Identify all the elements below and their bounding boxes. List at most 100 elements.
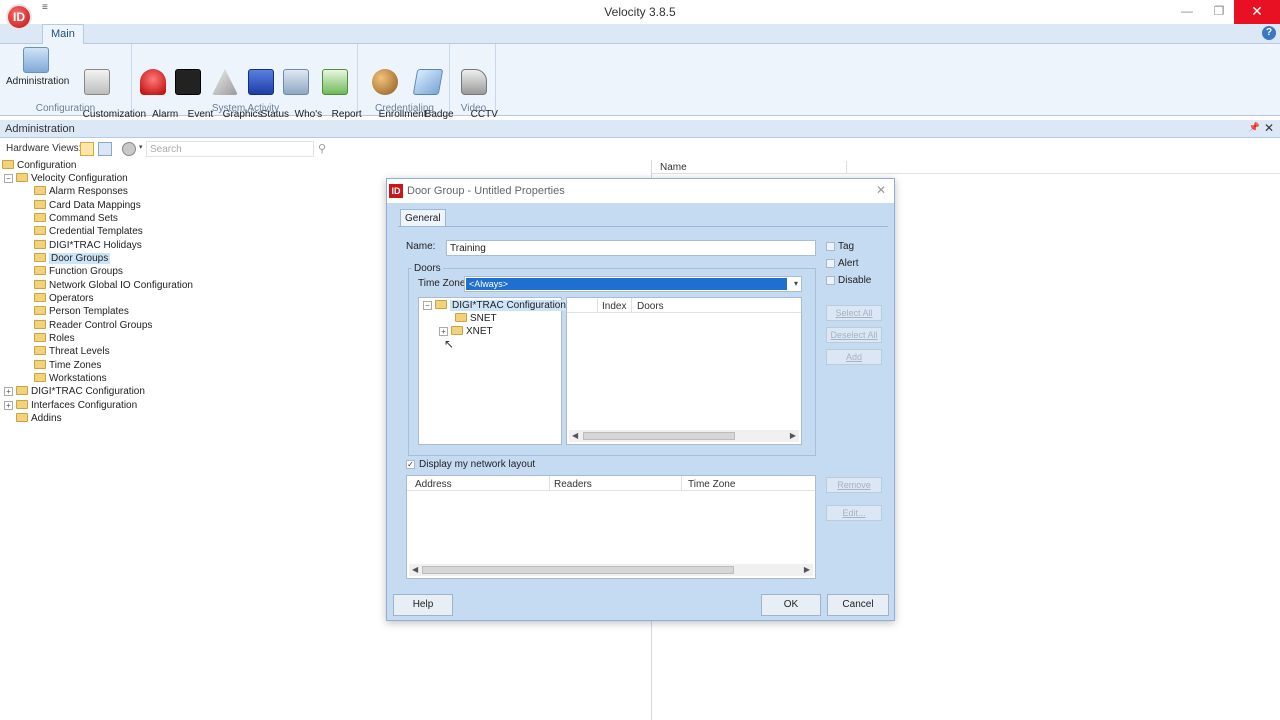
- search-input[interactable]: Search: [146, 141, 314, 157]
- help-icon[interactable]: ?: [1262, 26, 1276, 40]
- display-network-layout-checkbox[interactable]: ✓: [406, 460, 415, 469]
- alert-checkbox[interactable]: [826, 259, 835, 268]
- scroll-thumb[interactable]: [583, 432, 735, 440]
- dialog-close-icon[interactable]: ✕: [876, 183, 886, 197]
- tree-node-workstations[interactable]: Workstations: [34, 373, 107, 386]
- tree-node-addins[interactable]: Addins: [16, 413, 62, 426]
- tree-node-configuration[interactable]: Configuration: [2, 160, 76, 173]
- help-button[interactable]: Help: [393, 594, 453, 616]
- dialog-title-bar[interactable]: ID Door Group - Untitled Properties ✕: [387, 179, 894, 203]
- pin-icon[interactable]: 📌: [1249, 122, 1260, 133]
- graphics-button[interactable]: Graphics: [206, 47, 263, 131]
- scroll-thumb[interactable]: [422, 566, 734, 574]
- scroll-right-icon[interactable]: ▶: [804, 564, 810, 576]
- tree-node-roles[interactable]: Roles: [34, 333, 75, 346]
- customization-manager-icon: [84, 69, 110, 95]
- door-tree-node-snet[interactable]: SNET: [455, 313, 497, 326]
- time-zone-select[interactable]: <Always> ▾: [464, 276, 802, 292]
- tree-node-threat-levels[interactable]: Threat Levels: [34, 346, 110, 359]
- tab-general[interactable]: General: [400, 209, 446, 227]
- alarm-icon: [140, 69, 166, 95]
- doors-horizontal-scrollbar[interactable]: ◀ ▶: [569, 430, 799, 442]
- column-name[interactable]: Name: [660, 162, 687, 173]
- tree-node-velocity-configuration[interactable]: − Velocity Configuration: [4, 173, 128, 186]
- column-doors[interactable]: Doors: [637, 301, 664, 312]
- chevron-down-icon[interactable]: ▾: [794, 279, 798, 288]
- select-all-button[interactable]: Select All: [826, 305, 882, 321]
- ribbon-group-system-activity: Alarm Viewer Event Viewer Graphics Statu…: [134, 44, 362, 131]
- tree-node-credential-templates[interactable]: Credential Templates: [34, 226, 143, 239]
- column-separator[interactable]: [846, 161, 847, 173]
- tree-node-function-groups[interactable]: Function Groups: [34, 266, 123, 279]
- title-bar: ID ≡ Velocity 3.8.5 — ❐ ✕: [0, 0, 1280, 30]
- tree-node-command-sets[interactable]: Command Sets: [34, 213, 118, 226]
- folder-icon: [34, 306, 46, 315]
- event-viewer-icon: [175, 69, 201, 95]
- ok-button[interactable]: OK: [761, 594, 821, 616]
- address-list-pane: Address Readers Time Zone ◀ ▶: [406, 475, 816, 579]
- app-logo-icon[interactable]: ID: [6, 4, 32, 30]
- cancel-button[interactable]: Cancel: [827, 594, 889, 616]
- tag-checkbox[interactable]: [826, 242, 835, 251]
- folder-icon: [34, 186, 46, 195]
- folder-icon: [16, 413, 28, 422]
- tree-node-time-zones[interactable]: Time Zones: [34, 360, 101, 373]
- tag-label: Tag: [838, 241, 855, 252]
- folder-icon: [451, 326, 463, 335]
- tree-node-network-global-io[interactable]: Network Global IO Configuration: [34, 280, 193, 293]
- collapse-icon[interactable]: −: [423, 301, 432, 310]
- folder-icon: [34, 373, 46, 382]
- expand-icon[interactable]: +: [4, 401, 13, 410]
- whos-inside-icon: [283, 69, 309, 95]
- name-input[interactable]: Training: [446, 240, 816, 256]
- tree-node-digitrac-holidays[interactable]: DIGI*TRAC Holidays: [34, 240, 142, 253]
- administration-panel-header: Administration 📌 ✕: [0, 120, 1280, 138]
- column-time-zone[interactable]: Time Zone: [688, 479, 735, 490]
- column-separator[interactable]: [549, 476, 550, 490]
- add-button[interactable]: Add: [826, 349, 882, 365]
- scroll-right-icon[interactable]: ▶: [790, 430, 796, 442]
- tree-node-door-groups[interactable]: Door Groups: [34, 253, 111, 266]
- tree-node-digitrac-configuration[interactable]: + DIGI*TRAC Configuration: [4, 386, 145, 399]
- tree-node-alarm-responses[interactable]: Alarm Responses: [34, 186, 128, 199]
- tree-view-icon[interactable]: [80, 142, 94, 156]
- ribbon-group-label: Video: [460, 103, 487, 114]
- column-separator[interactable]: [681, 476, 682, 490]
- folder-icon: [34, 280, 46, 289]
- tree-node-person-templates[interactable]: Person Templates: [34, 306, 129, 319]
- address-horizontal-scrollbar[interactable]: ◀ ▶: [409, 564, 813, 576]
- disable-checkbox[interactable]: [826, 276, 835, 285]
- column-separator[interactable]: [631, 298, 632, 312]
- expand-icon[interactable]: +: [439, 327, 448, 336]
- column-address[interactable]: Address: [415, 479, 452, 490]
- chevron-down-icon[interactable]: ▾: [139, 143, 143, 151]
- tree-node-operators[interactable]: Operators: [34, 293, 93, 306]
- column-index[interactable]: Index: [602, 301, 626, 312]
- scroll-left-icon[interactable]: ◀: [412, 564, 418, 576]
- edit-button[interactable]: Edit...: [826, 505, 882, 521]
- time-zone-value: <Always>: [466, 278, 787, 290]
- column-separator[interactable]: [597, 298, 598, 312]
- door-tree-node-digitrac[interactable]: − DIGI*TRAC Configuration: [423, 300, 568, 313]
- column-readers[interactable]: Readers: [554, 479, 592, 490]
- collapse-icon[interactable]: −: [4, 174, 13, 183]
- ribbon-group-video: CCTV Viewer Video: [452, 44, 498, 131]
- door-group-properties-dialog: ID Door Group - Untitled Properties ✕ Ge…: [386, 178, 895, 621]
- network-view-icon[interactable]: [98, 142, 112, 156]
- tree-node-reader-control-groups[interactable]: Reader Control Groups: [34, 320, 152, 333]
- search-icon[interactable]: ⚲: [318, 142, 330, 155]
- tab-main[interactable]: Main: [42, 24, 84, 44]
- tree-node-interfaces-configuration[interactable]: + Interfaces Configuration: [4, 400, 137, 413]
- alert-label: Alert: [838, 258, 859, 269]
- deselect-all-button[interactable]: Deselect All: [826, 327, 882, 343]
- remove-button[interactable]: Remove: [826, 477, 882, 493]
- folder-icon: [34, 253, 46, 262]
- close-button[interactable]: ✕: [1234, 0, 1280, 24]
- administration-button[interactable]: Administration: [6, 47, 69, 87]
- panel-close-icon[interactable]: ✕: [1264, 121, 1274, 135]
- binoculars-icon[interactable]: [122, 142, 136, 156]
- folder-icon: [16, 173, 28, 182]
- scroll-left-icon[interactable]: ◀: [572, 430, 578, 442]
- expand-icon[interactable]: +: [4, 387, 13, 396]
- tree-node-card-data-mappings[interactable]: Card Data Mappings: [34, 200, 141, 213]
